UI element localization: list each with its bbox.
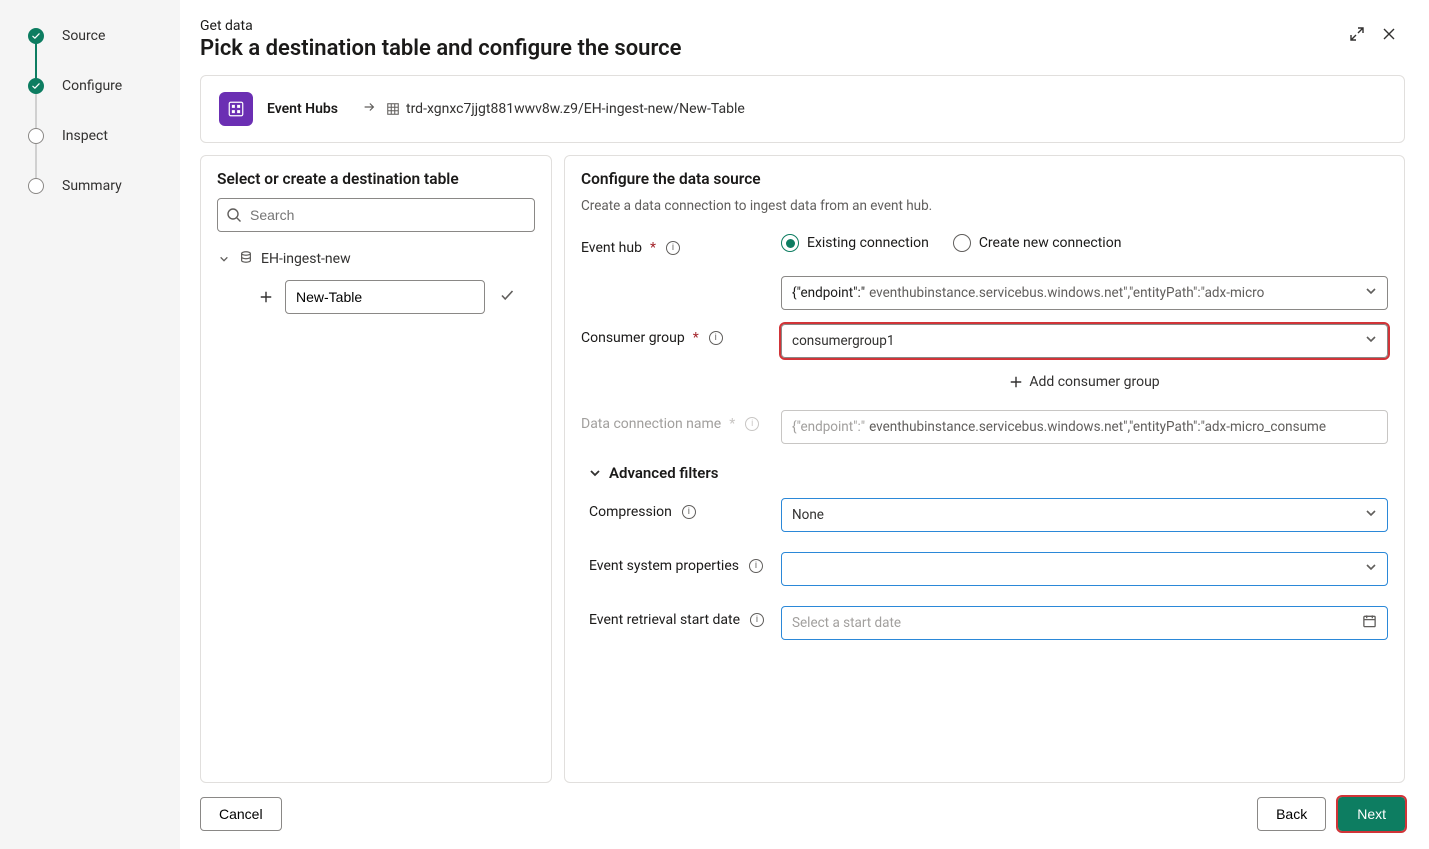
breadcrumb-path: trd-xgnxc7jjgt881wwv8w.z9/EH-ingest-new/… [406,101,745,117]
chevron-down-icon [1365,561,1377,577]
advanced-filters-toggle[interactable]: Advanced filters [589,464,1388,482]
step-label: Configure [62,78,122,94]
close-icon[interactable] [1373,18,1405,50]
search-input[interactable] [217,198,535,232]
right-pane-subtitle: Create a data connection to ingest data … [581,198,1388,214]
step-dot-done-icon [28,78,44,94]
next-button[interactable]: Next [1338,797,1405,831]
step-source[interactable]: Source [28,24,180,48]
dataconnection-name-input: {"endpoint":" eventhubinstance.servicebu… [781,410,1388,444]
database-icon [239,250,253,268]
search-icon [226,207,242,223]
wizard-sidebar: Source Configure Inspect Summary [0,0,180,849]
step-label: Summary [62,178,122,194]
step-summary[interactable]: Summary [28,174,180,198]
right-pane-title: Configure the data source [581,170,1388,188]
chevron-down-icon [1365,333,1377,349]
step-label: Inspect [62,128,108,144]
step-inspect[interactable]: Inspect [28,124,180,148]
step-label: Source [62,28,105,44]
chevron-down-icon [589,467,601,479]
breadcrumb: Event Hubs trd-xgnxc7jjgt881wwv8w.z9/EH-… [200,75,1405,143]
step-dot-done-icon [28,28,44,44]
step-configure[interactable]: Configure [28,74,180,98]
expand-icon[interactable] [1341,18,1373,50]
chevron-down-icon [1365,507,1377,523]
step-dot-pending-icon [28,178,44,194]
table-icon [386,102,400,116]
dataconnection-name-label: Data connection name*i [581,410,781,432]
eventhubs-icon [219,92,253,126]
info-icon[interactable]: i [749,559,763,573]
plus-icon [1009,375,1023,389]
tree-caret-icon[interactable] [217,252,231,266]
configure-source-pane: Configure the data source Create a data … [564,155,1405,783]
systemprops-label: Event system propertiesi [581,552,781,574]
database-name[interactable]: EH-ingest-new [261,251,351,267]
chevron-down-icon [1365,285,1377,301]
info-icon[interactable]: i [709,331,723,345]
consumer-group-select[interactable]: consumergroup1 [781,324,1388,358]
page-title: Pick a destination table and configure t… [200,36,1341,61]
step-dot-pending-icon [28,128,44,144]
startdate-label: Event retrieval start datei [581,606,781,628]
back-button[interactable]: Back [1257,797,1326,831]
table-name-input[interactable] [285,280,485,314]
compression-label: Compressioni [581,498,781,520]
cancel-button[interactable]: Cancel [200,797,282,831]
left-pane-title: Select or create a destination table [217,170,535,188]
page-kicker: Get data [200,18,1341,34]
compression-select[interactable]: None [781,498,1388,532]
calendar-icon [1362,614,1377,633]
radio-existing-connection[interactable]: Existing connection [781,234,929,252]
breadcrumb-source: Event Hubs [267,101,338,117]
eventhub-connection-select[interactable]: {"endpoint":" eventhubinstance.servicebu… [781,276,1388,310]
add-consumer-group-button[interactable]: Add consumer group [1009,374,1159,390]
radio-create-new-connection[interactable]: Create new connection [953,234,1122,252]
systemprops-select[interactable] [781,552,1388,586]
info-icon[interactable]: i [750,613,764,627]
info-icon[interactable]: i [666,241,680,255]
arrow-right-icon [362,100,376,118]
destination-table-pane: Select or create a destination table EH-… [200,155,552,783]
info-icon[interactable]: i [682,505,696,519]
consumer-group-label: Consumer group*i [581,324,781,346]
add-table-button[interactable] [255,286,277,308]
footer-bar: Cancel Back Next [200,797,1405,831]
confirm-check-icon[interactable] [499,287,515,307]
eventhub-label: Event hub*i [581,234,781,256]
info-icon[interactable]: i [745,417,759,431]
main-content: Get data Pick a destination table and co… [180,0,1429,849]
startdate-picker[interactable]: Select a start date [781,606,1388,640]
